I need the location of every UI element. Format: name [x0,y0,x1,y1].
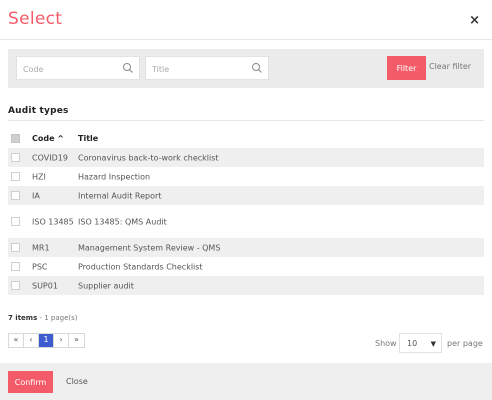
section-title: Audit types [8,106,69,116]
page-size-select[interactable]: 10 ▼ [399,333,442,353]
row-title: Supplier audit [78,281,134,290]
select-all-checkbox[interactable] [11,134,20,143]
row-checkbox[interactable] [11,152,20,162]
last-page-button[interactable]: » [69,334,84,347]
row-title: Hazard Inspection [78,172,151,181]
row-checkbox[interactable] [11,216,20,226]
row-title: Management System Review - QMS [78,243,221,252]
page-1-button[interactable]: 1 [39,334,54,347]
pages-count: - 1 page(s) [37,314,78,322]
show-label: Show [375,339,397,348]
row-code: PSC [32,262,48,271]
row-code: SUP01 [32,281,58,290]
row-checkbox[interactable] [11,171,20,181]
items-total: 7 items [8,314,38,322]
next-page-button[interactable]: › [54,334,69,347]
search-icon[interactable] [251,62,263,74]
table-row[interactable]: ISO 13485 ISO 13485: QMS Audit [8,205,484,238]
row-checkbox[interactable] [11,261,20,271]
pagination: « ‹ 1 › » [8,333,85,348]
table-row[interactable]: HZI Hazard Inspection [8,167,484,186]
row-title: Coronavirus back-to-work checklist [78,153,219,162]
title-filter-input[interactable] [146,58,268,81]
row-title: Production Standards Checklist [78,262,203,271]
table-header: Code ^ Title [8,130,484,148]
per-page-label: per page [447,339,483,348]
row-checkbox[interactable] [11,280,20,290]
dialog-title: Select [8,9,63,29]
page-size-value: 10 [407,339,418,348]
table-row[interactable]: IA Internal Audit Report [8,186,484,205]
filter-bar: Filter Clear filter [8,49,484,88]
audit-types-table: Code ^ Title COVID19 Coronavirus back-to… [8,130,484,295]
close-icon[interactable]: × [469,13,480,28]
close-button[interactable]: Close [66,377,88,386]
table-row[interactable]: COVID19 Coronavirus back-to-work checkli… [8,148,484,167]
items-count: 7 items - 1 page(s) [8,314,78,322]
title-column-header[interactable]: Title [78,134,98,143]
table-row[interactable]: MR1 Management System Review - QMS [8,238,484,257]
first-page-button[interactable]: « [9,334,24,347]
table-row[interactable]: SUP01 Supplier audit [8,276,484,295]
row-checkbox[interactable] [11,190,20,200]
search-icon[interactable] [122,62,134,74]
row-title: ISO 13485: QMS Audit [78,217,167,226]
row-code: IA [32,191,40,200]
row-code: HZI [32,172,46,181]
row-checkbox[interactable] [11,242,20,252]
row-code: ISO 13485 [32,217,74,226]
dialog-header: Select × [0,0,492,40]
title-filter-field[interactable] [145,56,269,81]
row-code: COVID19 [32,153,68,162]
confirm-button[interactable]: Confirm [8,371,53,393]
row-title: Internal Audit Report [78,191,162,200]
row-code: MR1 [32,243,50,252]
dialog-footer: Confirm Close [0,363,492,400]
code-filter-field[interactable] [16,56,140,81]
table-row[interactable]: PSC Production Standards Checklist [8,257,484,276]
filter-button[interactable]: Filter [387,56,426,80]
divider [8,120,484,121]
code-filter-input[interactable] [17,58,139,81]
prev-page-button[interactable]: ‹ [24,334,39,347]
chevron-down-icon: ▼ [430,340,436,348]
code-column-header[interactable]: Code ^ [32,134,64,143]
clear-filter-button[interactable]: Clear filter [429,62,471,71]
